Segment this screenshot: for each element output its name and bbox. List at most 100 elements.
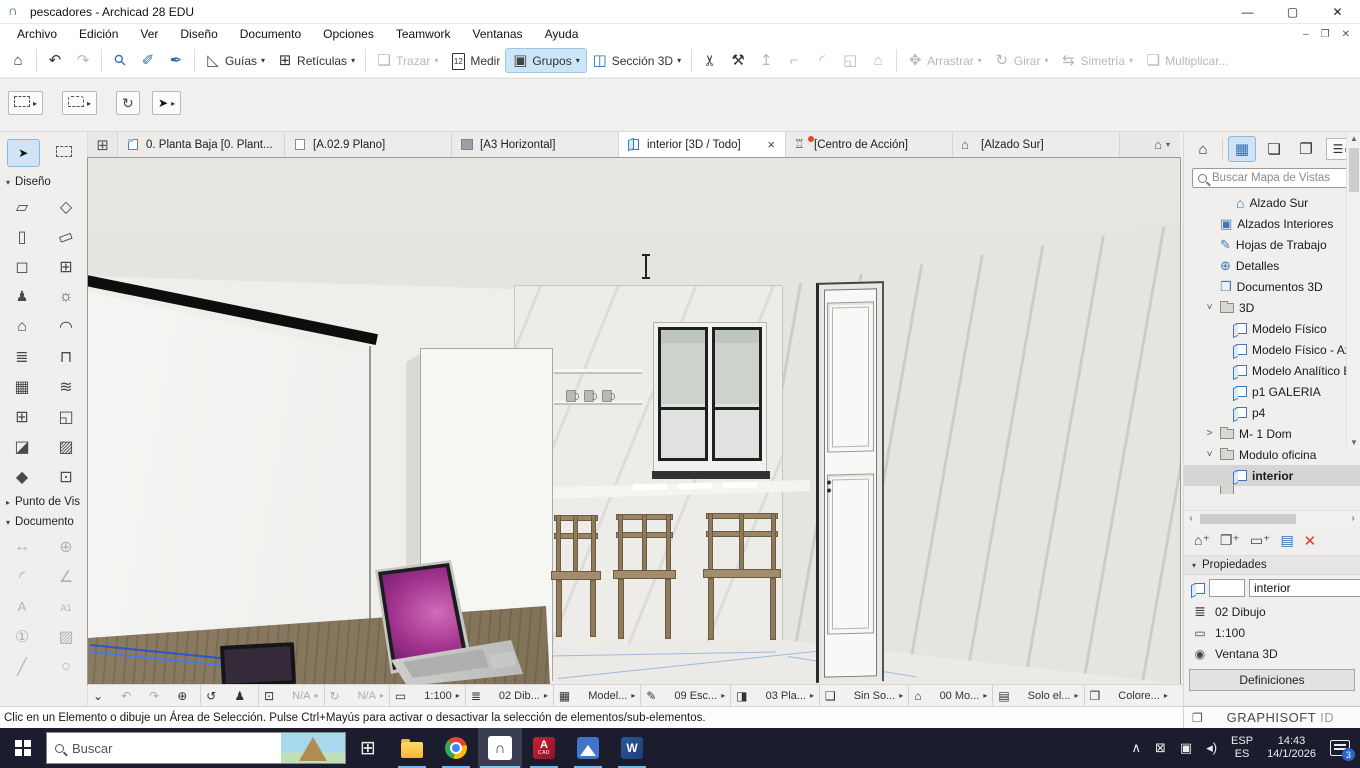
door[interactable] xyxy=(816,281,884,683)
view-map-button[interactable] xyxy=(1229,137,1255,161)
design-tool[interactable] xyxy=(0,342,44,372)
toolbar-button[interactable] xyxy=(836,49,864,72)
start-button[interactable] xyxy=(0,728,46,768)
toolbar-button[interactable]: Multiplicar... xyxy=(1139,49,1234,72)
toolbar-button[interactable] xyxy=(36,49,69,72)
scrollbar-thumb[interactable] xyxy=(1349,148,1359,192)
doc-minimize-button[interactable]: – xyxy=(1303,29,1309,40)
toolbar-button[interactable] xyxy=(4,49,32,72)
quick-option[interactable]: Colore... ▸ xyxy=(1113,685,1173,706)
menu-item[interactable]: Teamwork xyxy=(385,25,462,43)
toolbar-button[interactable] xyxy=(864,49,892,72)
design-tool[interactable] xyxy=(0,222,44,252)
action-button[interactable] xyxy=(1304,532,1317,550)
window-restore-icon[interactable]: ❐ xyxy=(1184,711,1211,725)
scroll-right-icon[interactable]: › xyxy=(1346,513,1360,524)
quick-option[interactable] xyxy=(172,685,200,706)
quick-option[interactable]: Solo el... ▸ xyxy=(1023,685,1084,706)
tree-expander-icon[interactable]: ˅ xyxy=(1204,449,1215,460)
3d-viewport[interactable] xyxy=(88,158,1180,684)
design-tool[interactable] xyxy=(44,402,88,432)
language-indicator[interactable]: ESPES xyxy=(1231,735,1253,761)
design-tool[interactable] xyxy=(0,432,44,462)
design-tool[interactable] xyxy=(44,192,88,222)
close-button[interactable]: ✕ xyxy=(1315,0,1360,23)
view-id-field[interactable] xyxy=(1209,579,1245,597)
task-view-button[interactable] xyxy=(346,728,390,768)
quick-option[interactable]: 1:100 ▸ xyxy=(419,685,465,706)
menu-item[interactable]: Ventanas xyxy=(462,25,534,43)
toolbar-button[interactable]: Guías ▾ xyxy=(194,49,271,72)
tree-scrollbar[interactable]: ▲ ▼ xyxy=(1346,132,1360,450)
quick-option[interactable] xyxy=(908,685,934,706)
toolbar-button[interactable]: Trazar ▾ xyxy=(365,49,444,72)
toolbar-button[interactable]: Arrastrar ▾ xyxy=(896,49,988,72)
tree-item[interactable] xyxy=(1184,486,1360,494)
chair[interactable] xyxy=(554,515,598,637)
menu-item[interactable]: Documento xyxy=(229,25,312,43)
action-button[interactable] xyxy=(1220,532,1240,549)
wall-shelf[interactable] xyxy=(554,369,642,374)
toolbar-button[interactable]: Grupos ▾ xyxy=(506,49,585,72)
quick-option[interactable] xyxy=(200,685,229,706)
quick-option[interactable] xyxy=(144,685,172,706)
toolbar-button[interactable] xyxy=(691,49,724,72)
view-tab[interactable]: interior [3D / Todo] × xyxy=(619,132,786,157)
quick-option[interactable] xyxy=(553,685,583,706)
quick-option[interactable] xyxy=(116,685,144,706)
menu-item[interactable]: Opciones xyxy=(312,25,385,43)
toolbar-button[interactable] xyxy=(69,49,97,72)
tree-expander-icon[interactable]: ˅ xyxy=(1204,302,1215,313)
quick-option[interactable] xyxy=(258,685,287,706)
document-tool[interactable] xyxy=(0,562,44,592)
tree-item[interactable]: p1 GALERIA xyxy=(1184,381,1360,402)
menu-item[interactable]: Diseño xyxy=(169,25,228,43)
taskbar-search[interactable] xyxy=(46,732,346,764)
tab-overview-button[interactable]: ⊞ xyxy=(88,132,118,157)
window[interactable] xyxy=(653,322,767,472)
laptop[interactable] xyxy=(363,560,528,684)
design-tool[interactable] xyxy=(44,282,88,312)
quick-option[interactable]: 02 Dib... ▸ xyxy=(494,685,553,706)
taskbar-app-photos[interactable] xyxy=(566,728,610,768)
quick-option[interactable]: 00 Mo... ▸ xyxy=(935,685,993,706)
toolbar-button[interactable]: Medir xyxy=(444,48,506,74)
volume-icon[interactable]: ◂) xyxy=(1206,740,1217,756)
quick-option[interactable] xyxy=(640,685,669,706)
properties-header[interactable]: ▾ Propiedades xyxy=(1184,556,1360,575)
menu-item[interactable]: Ayuda xyxy=(534,25,590,43)
tree-item[interactable]: ˃ M- 1 Dom xyxy=(1184,423,1360,444)
taskbar-app-explorer[interactable] xyxy=(390,728,434,768)
quick-option[interactable]: Model... ▸ xyxy=(583,685,640,706)
tray-chevron-icon[interactable]: ∧ xyxy=(1131,740,1141,756)
tree-item[interactable]: Modelo Analítico Es xyxy=(1184,360,1360,381)
toolbar-button[interactable]: Girar ▾ xyxy=(988,49,1055,72)
menu-item[interactable]: Ver xyxy=(129,25,169,43)
marquee-mode-button[interactable]: ▸ xyxy=(8,91,43,115)
cast-icon[interactable]: ⊠ xyxy=(1155,740,1166,756)
document-tool[interactable] xyxy=(44,622,88,652)
design-tool[interactable] xyxy=(0,372,44,402)
document-tool[interactable] xyxy=(44,592,88,622)
document-tool[interactable] xyxy=(44,532,88,562)
toolbar-button[interactable] xyxy=(134,49,162,72)
search-input[interactable] xyxy=(1212,172,1346,184)
tree-item[interactable]: ˅ Modulo oficina xyxy=(1184,444,1360,465)
project-map-button[interactable] xyxy=(1190,137,1216,161)
toolbar-button[interactable] xyxy=(752,49,780,72)
mug[interactable] xyxy=(566,390,576,402)
monitor[interactable] xyxy=(220,642,296,684)
design-tool[interactable] xyxy=(44,342,88,372)
view-tab[interactable]: 0. Planta Baja [0. Plant... xyxy=(118,132,285,157)
design-tool[interactable] xyxy=(0,402,44,432)
toolbar-button[interactable]: Sección 3D ▾ xyxy=(586,49,687,72)
menu-item[interactable]: Edición xyxy=(68,25,129,43)
view-tab[interactable]: [Centro de Acción] xyxy=(786,132,953,157)
tree-item[interactable]: interior xyxy=(1184,465,1360,486)
menu-item[interactable]: Archivo xyxy=(6,25,68,43)
document-tool[interactable] xyxy=(0,592,44,622)
toolbox-section-viewpoint[interactable]: ▸ Punto de Vis xyxy=(0,492,87,512)
tree-item[interactable]: p4 xyxy=(1184,402,1360,423)
toolbox-section-document[interactable]: ▾ Documento xyxy=(0,512,87,532)
design-tool[interactable] xyxy=(0,282,44,312)
